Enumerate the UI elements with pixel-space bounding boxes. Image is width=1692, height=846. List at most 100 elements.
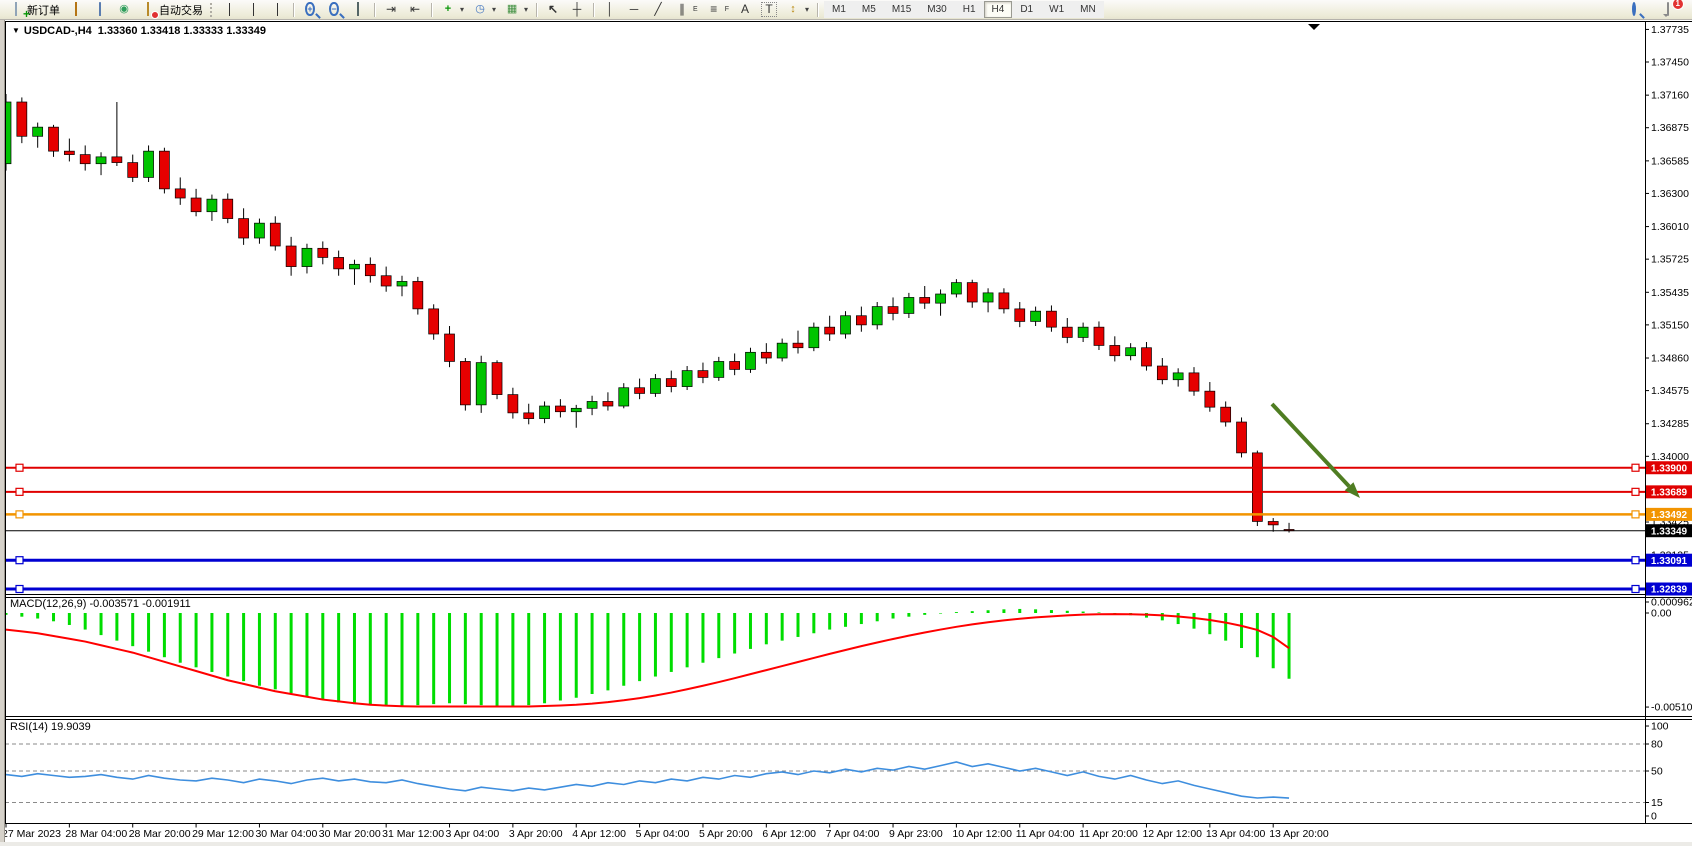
hline-1.33492[interactable] xyxy=(6,511,1645,518)
fibonacci-button[interactable]: ≡F xyxy=(702,1,733,19)
community-icon xyxy=(99,2,101,16)
svg-text:1.33349: 1.33349 xyxy=(1651,526,1688,537)
svg-text:27 Mar 2023: 27 Mar 2023 xyxy=(2,828,61,840)
signals-icon: ◉ xyxy=(116,2,132,17)
hline-1.32839[interactable] xyxy=(6,585,1645,592)
chart-menu-icon[interactable]: ▼ xyxy=(12,26,20,35)
svg-text:15: 15 xyxy=(1651,797,1663,809)
svg-text:4 Apr 12:00: 4 Apr 12:00 xyxy=(572,828,626,840)
svg-text:28 Mar 04:00: 28 Mar 04:00 xyxy=(65,828,127,840)
chart-shift-icon: ⇤ xyxy=(407,2,423,17)
timeframe-m15[interactable]: M15 xyxy=(884,1,919,18)
signals-button[interactable]: ◉ xyxy=(112,1,136,19)
timeframe-m5[interactable]: M5 xyxy=(854,1,884,18)
bar-chart-icon xyxy=(229,3,230,16)
svg-text:12 Apr 12:00: 12 Apr 12:00 xyxy=(1142,828,1202,840)
toolbar-grip xyxy=(210,3,214,17)
cursor-button[interactable]: ↖ xyxy=(541,1,565,19)
line-chart-button[interactable] xyxy=(265,1,289,19)
notification-badge: 1 xyxy=(1672,0,1684,10)
rsi-indicator-label: RSI(14) 19.9039 xyxy=(10,721,91,733)
horizontal-line-button[interactable]: ─ xyxy=(622,1,646,19)
community-button[interactable] xyxy=(88,1,112,19)
price-line-labels: 1.339001.336891.334921.333491.330911.328… xyxy=(1646,461,1692,595)
trend-arrow[interactable] xyxy=(1272,404,1360,498)
cursor-icon: ↖ xyxy=(545,2,561,17)
trendline-button[interactable]: ╱ xyxy=(646,1,670,19)
clock-icon: ◷ xyxy=(472,2,488,17)
new-order-button[interactable]: 新订单 xyxy=(4,1,64,19)
autotrading-icon xyxy=(147,2,149,16)
hline-1.33689[interactable] xyxy=(6,488,1645,495)
autotrading-button[interactable]: 自动交易 xyxy=(136,1,207,19)
hline-1.33900[interactable] xyxy=(6,464,1645,471)
horizontal-line-icon: ─ xyxy=(626,2,642,17)
svg-text:1.36010: 1.36010 xyxy=(1651,221,1689,233)
new-order-label: 新订单 xyxy=(27,2,60,18)
price-axis: 1.377351.374501.371601.368751.365851.363… xyxy=(1645,24,1689,562)
chevron-down-icon: ▾ xyxy=(805,5,809,14)
separator xyxy=(431,3,432,17)
separator xyxy=(536,3,537,17)
timeframe-mn[interactable]: MN xyxy=(1072,1,1104,18)
text-button[interactable]: A xyxy=(733,1,757,19)
market-button[interactable] xyxy=(64,1,88,19)
ohlc-values: 1.33360 1.33418 1.33333 1.33349 xyxy=(98,25,266,37)
candlestick-chart-icon xyxy=(253,3,254,16)
pane-borders xyxy=(5,21,1692,824)
crosshair-button[interactable]: ┼ xyxy=(565,1,589,19)
chevron-down-icon: ▾ xyxy=(492,5,496,14)
market-icon xyxy=(75,2,77,16)
indicators-button[interactable]: +▾ xyxy=(436,1,468,19)
timeframe-m30[interactable]: M30 xyxy=(919,1,954,18)
arrows-button[interactable]: ↕▾ xyxy=(781,1,813,19)
svg-text:1.33091: 1.33091 xyxy=(1651,556,1688,567)
separator xyxy=(817,3,818,17)
svg-text:100: 100 xyxy=(1651,721,1669,733)
svg-text:1.36300: 1.36300 xyxy=(1651,188,1689,200)
vertical-line-button[interactable]: │ xyxy=(598,1,622,19)
chart-title: ▼USDCAD-,H41.33360 1.33418 1.33333 1.333… xyxy=(12,25,266,37)
zoom-out-icon: − xyxy=(329,2,338,16)
chart-shift-button[interactable]: ⇤ xyxy=(403,1,427,19)
template-icon: ▦ xyxy=(504,2,520,17)
timeframe-m1[interactable]: M1 xyxy=(824,1,854,18)
svg-text:3 Apr 20:00: 3 Apr 20:00 xyxy=(509,828,563,840)
notifications-button[interactable]: 1 xyxy=(1656,1,1680,19)
timeframe-h1[interactable]: H1 xyxy=(955,1,984,18)
tile-windows-button[interactable] xyxy=(346,1,370,19)
text-label-button[interactable]: T xyxy=(757,1,781,19)
svg-text:0.00: 0.00 xyxy=(1651,608,1672,620)
search-button[interactable] xyxy=(1622,1,1646,19)
macd-axis: 0.0009620.00-0.005107 xyxy=(1645,597,1692,714)
zoom-in-icon: + xyxy=(305,2,314,16)
svg-text:1.36875: 1.36875 xyxy=(1651,122,1689,134)
chart-canvas[interactable]: 1.377351.374501.371601.368751.365851.363… xyxy=(0,0,1692,846)
periods-button[interactable]: ◷▾ xyxy=(468,1,500,19)
separator xyxy=(593,3,594,17)
svg-text:29 Mar 12:00: 29 Mar 12:00 xyxy=(192,828,254,840)
templates-button[interactable]: ▦▾ xyxy=(500,1,532,19)
zoom-out-button[interactable]: − xyxy=(322,1,346,19)
channel-button[interactable]: ∥E xyxy=(670,1,702,19)
hline-1.33091[interactable] xyxy=(6,557,1645,564)
crosshair-icon: ┼ xyxy=(569,2,585,17)
auto-scroll-button[interactable]: ⇥ xyxy=(379,1,403,19)
channel-icon: ∥ xyxy=(674,2,690,17)
chart-shift-marker[interactable] xyxy=(1308,24,1320,30)
svg-text:13 Apr 20:00: 13 Apr 20:00 xyxy=(1269,828,1329,840)
svg-text:5 Apr 04:00: 5 Apr 04:00 xyxy=(636,828,690,840)
chevron-down-icon: ▾ xyxy=(460,5,464,14)
zoom-in-button[interactable]: + xyxy=(298,1,322,19)
toolbar-right: 1 xyxy=(1622,1,1688,19)
channel-letter: E xyxy=(693,6,698,13)
timeframe-d1[interactable]: D1 xyxy=(1012,1,1041,18)
timeframe-h4[interactable]: H4 xyxy=(984,1,1013,18)
timeframe-w1[interactable]: W1 xyxy=(1041,1,1072,18)
candlestick-chart-button[interactable] xyxy=(241,1,265,19)
svg-text:0: 0 xyxy=(1651,810,1657,822)
svg-text:6 Apr 12:00: 6 Apr 12:00 xyxy=(762,828,816,840)
bar-chart-button[interactable] xyxy=(217,1,241,19)
rsi-line xyxy=(6,762,1289,798)
text-label-icon: T xyxy=(761,2,777,17)
